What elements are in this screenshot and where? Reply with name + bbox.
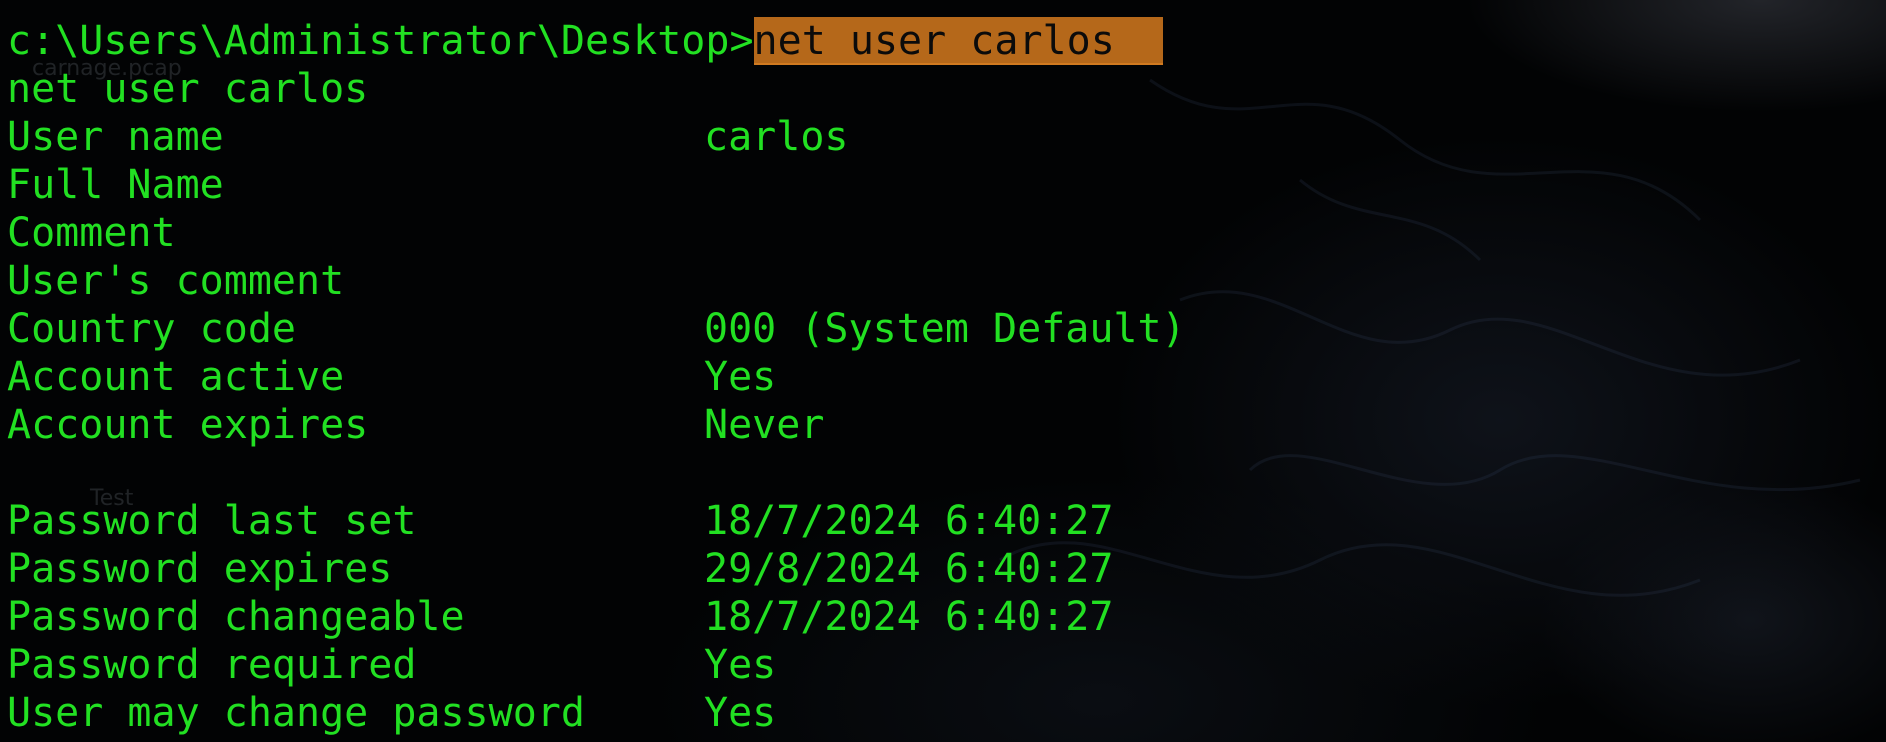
field-value: 000 (System Default) [704, 306, 1186, 352]
output-row: Country code 000 (System Default) [7, 305, 1186, 353]
terminal-output: c:\Users\Administrator\Desktop> net user … [7, 17, 1186, 737]
field-label: User may change password [7, 690, 585, 736]
output-row: User may change password Yes [7, 689, 1186, 737]
field-value: 18/7/2024 6:40:27 [704, 498, 1114, 544]
field-value: Never [704, 402, 825, 448]
prompt-path: c:\Users\Administrator\Desktop> [7, 18, 754, 64]
output-row: Comment [7, 209, 1186, 257]
field-value: carlos [704, 114, 849, 160]
field-value: 18/7/2024 6:40:27 [704, 594, 1114, 640]
field-label: Country code [7, 306, 296, 352]
field-label: User name [7, 114, 224, 160]
field-value: Yes [704, 690, 777, 736]
output-row: Password expires 29/8/2024 6:40:27 [7, 545, 1186, 593]
field-value: 29/8/2024 6:40:27 [704, 546, 1114, 592]
field-value: Yes [704, 642, 777, 688]
field-label: Account expires [7, 402, 369, 448]
field-label: Full Name [7, 162, 224, 208]
output-row: Account active Yes [7, 353, 1186, 401]
terminal-window[interactable]: carnage.pcap Test c:\Users\Administrator… [0, 0, 1886, 742]
field-value: Yes [704, 354, 777, 400]
output-row: Full Name [7, 161, 1186, 209]
field-label: Password last set [7, 498, 417, 544]
field-label: Password expires [7, 546, 393, 592]
output-row: User's comment [7, 257, 1186, 305]
output-row: Password last set 18/7/2024 6:40:27 [7, 497, 1186, 545]
field-label: Password required [7, 642, 417, 688]
field-label: Comment [7, 210, 176, 256]
field-label: Account active [7, 354, 345, 400]
prompt-line[interactable]: c:\Users\Administrator\Desktop> net user … [7, 17, 1186, 65]
output-row: Password required Yes [7, 641, 1186, 689]
command-echo: net user carlos [7, 66, 369, 112]
output-row: User name carlos [7, 113, 1186, 161]
command-input[interactable]: net user carlos [753, 17, 1163, 65]
output-row: Account expires Never [7, 401, 1186, 449]
output-row: Password changeable 18/7/2024 6:40:27 [7, 593, 1186, 641]
field-label: Password changeable [7, 594, 465, 640]
field-label: User's comment [7, 258, 345, 304]
